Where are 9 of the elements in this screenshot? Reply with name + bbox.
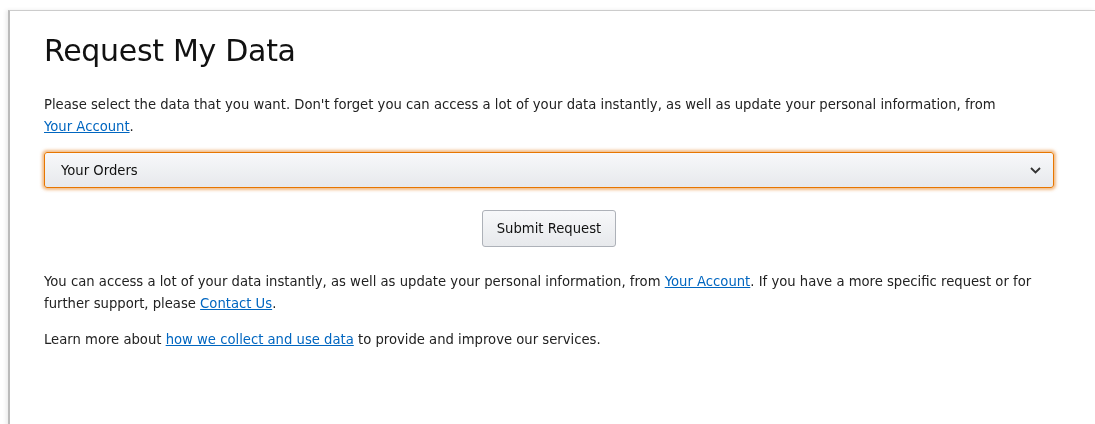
- submit-button[interactable]: Submit Request: [481, 210, 617, 247]
- chevron-down-icon: [1030, 166, 1041, 174]
- page-title: Request My Data: [44, 33, 297, 68]
- data-dropdown[interactable]: Your Orders: [44, 152, 1054, 188]
- intro-paragraph: Please select the data that you want. Don't forget you can access a lot of your data instantly, as well as update your personal information, from Your Account.: [44, 96, 997, 136]
- info-paragraph: You can access a lot of your data instantly, as well as update your personal information, from Your Account. If you have a more specific request or for further support, please Contact Us.: [44, 273, 1033, 313]
- text-link[interactable]: how we collect and use data: [165, 332, 354, 347]
- text-link[interactable]: Your Account: [44, 119, 130, 134]
- info-paragraph: Learn more about how we collect and use data to provide and improve our services.: [44, 331, 602, 349]
